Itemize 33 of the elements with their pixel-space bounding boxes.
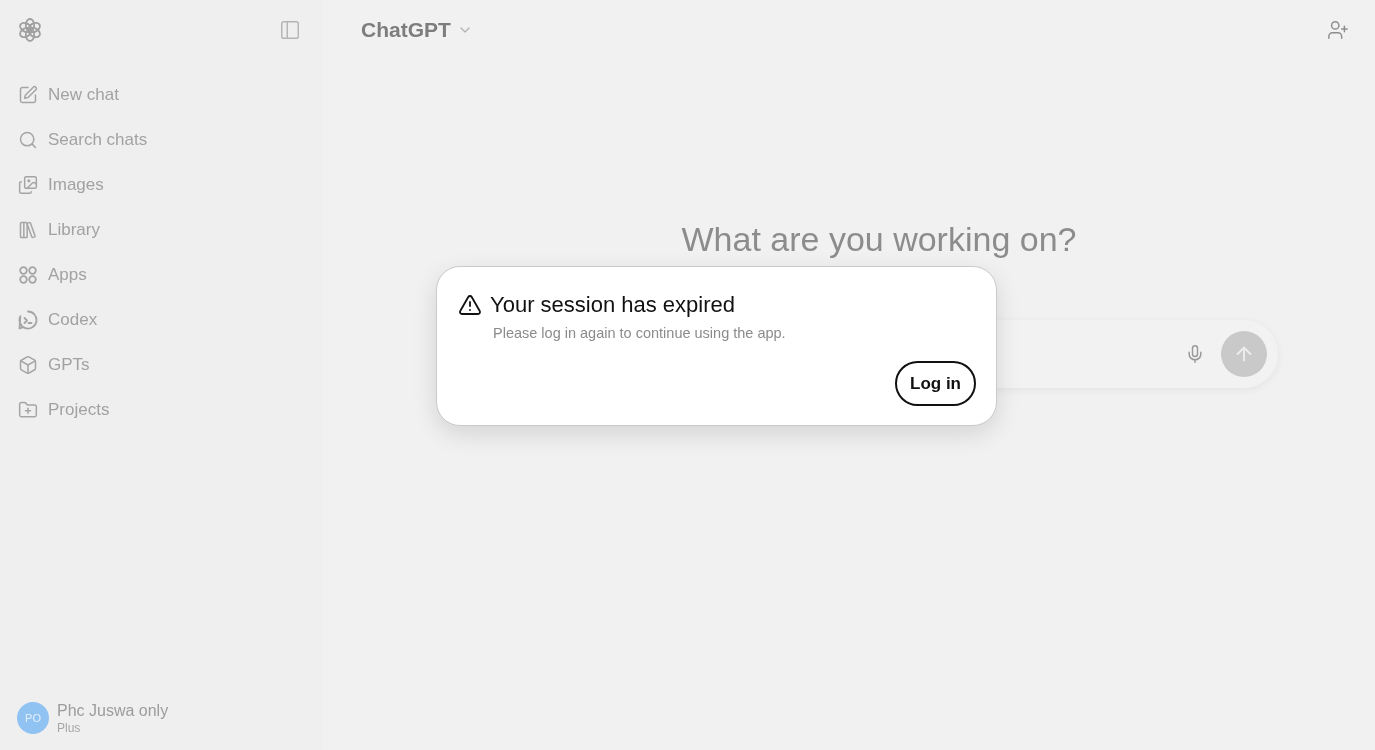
dialog-message: Please log in again to continue using the app. bbox=[493, 324, 786, 343]
sidebar-item[interactable]: Codex bbox=[0, 297, 110, 342]
search-icon bbox=[18, 129, 38, 150]
send-button[interactable] bbox=[1221, 331, 1267, 377]
warning-icon bbox=[458, 293, 482, 317]
main-heading: What are you working on? bbox=[681, 219, 1077, 260]
panel-icon bbox=[279, 19, 301, 41]
account-plan: Plus bbox=[57, 720, 81, 735]
dialog-title: Your session has expired bbox=[490, 291, 735, 319]
sidebar-item[interactable]: Images bbox=[0, 162, 116, 207]
user-plus-icon bbox=[1327, 19, 1349, 41]
logo-icon[interactable] bbox=[17, 17, 43, 43]
sidebar-item[interactable]: New chat bbox=[0, 72, 131, 117]
edit-icon bbox=[18, 84, 38, 105]
model-selector[interactable]: ChatGPT bbox=[359, 14, 475, 46]
books-icon bbox=[18, 219, 38, 240]
sidebar-toggle-button[interactable] bbox=[279, 19, 301, 41]
four-circles-icon bbox=[18, 264, 38, 285]
cube-icon bbox=[18, 354, 38, 375]
chat-terminal-icon bbox=[18, 309, 38, 330]
avatar[interactable]: PO bbox=[17, 702, 49, 734]
sidebar-item[interactable]: GPTs bbox=[0, 342, 102, 387]
account-name: Phc Juswa only bbox=[57, 701, 169, 720]
sidebar-item[interactable]: Projects bbox=[0, 387, 122, 432]
login-button[interactable]: Log in bbox=[895, 361, 976, 406]
folder-plus-icon bbox=[18, 399, 38, 420]
microphone-button[interactable] bbox=[1185, 344, 1205, 364]
sidebar-item[interactable]: Library bbox=[0, 207, 112, 252]
images-icon bbox=[18, 174, 38, 195]
sidebar-item[interactable]: Search chats bbox=[0, 117, 160, 162]
sidebar-item[interactable]: Apps bbox=[0, 252, 99, 297]
add-user-button[interactable] bbox=[1327, 19, 1349, 41]
microphone-icon bbox=[1185, 344, 1205, 364]
